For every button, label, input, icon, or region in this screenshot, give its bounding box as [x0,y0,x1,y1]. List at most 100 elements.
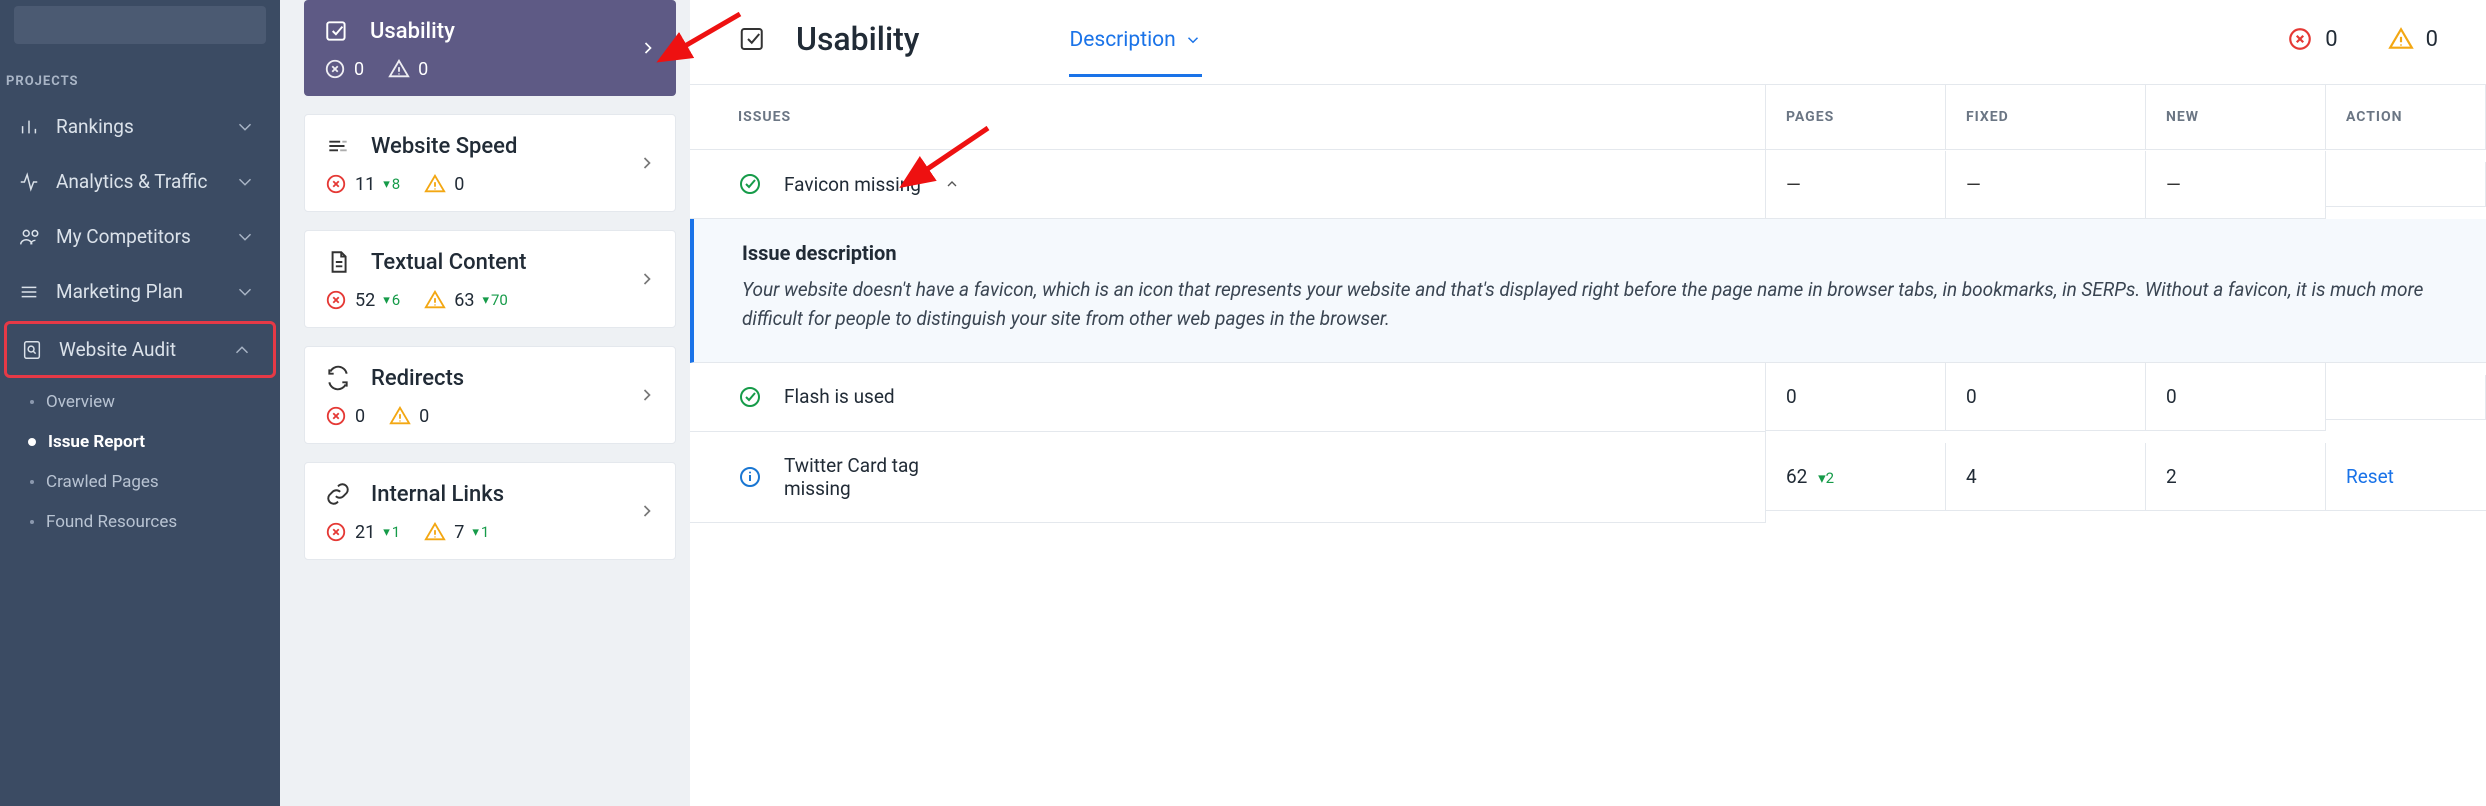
warning-count: 0 [419,406,429,427]
subitem-label: Found Resources [46,512,177,532]
card-usability[interactable]: Usability 0 0 [304,0,676,96]
sidebar-item-website-audit[interactable]: Website Audit [4,321,276,378]
error-icon [325,289,347,311]
link-icon [325,481,351,507]
search-input[interactable] [14,6,266,44]
col-pages: Pages [1766,85,1946,150]
cell-fixed: — [1946,151,2146,219]
subitem-label: Crawled Pages [46,472,159,492]
header-warning-count: 0 [2426,27,2438,52]
card-title: Redirects [371,366,464,391]
sidebar-sub-overview[interactable]: Overview [0,382,280,422]
warning-icon [2388,26,2414,52]
issue-name: Flash is used [784,385,895,408]
check-circle-icon [738,385,762,409]
cell-new: 0 [2146,363,2326,431]
cell-action [2326,375,2486,420]
chevron-right-icon [637,501,657,521]
error-icon [2287,26,2313,52]
issue-name: Favicon missing [784,173,921,196]
error-count: 21 [355,522,375,543]
card-title: Internal Links [371,482,504,507]
reset-link[interactable]: Reset [2346,465,2394,488]
issue-row[interactable]: Flash is used [690,363,1766,432]
card-internal-links[interactable]: Internal Links 21 1 7 1 [304,462,676,560]
cell-new: 2 [2146,443,2326,511]
desc-title: Issue description [742,241,2438,265]
error-count: 11 [355,174,375,195]
chevron-down-icon [234,226,256,248]
issue-description: Issue description Your website doesn't h… [690,219,2486,363]
sidebar-item-marketing-plan[interactable]: Marketing Plan [4,266,276,317]
warning-icon [424,173,446,195]
list-icon [18,281,40,303]
sidebar-item-label: Website Audit [59,338,176,361]
sidebar-item-label: Rankings [56,115,134,138]
issue-row[interactable]: Twitter Card tag missing [690,432,1766,523]
chevron-down-icon [234,281,256,303]
card-textual-content[interactable]: Textual Content 52 6 63 70 [304,230,676,328]
document-icon [325,249,351,275]
chevron-down-icon [234,171,256,193]
cell-pages: 0 [1766,363,1946,431]
chevron-right-icon [637,385,657,405]
subitem-label: Issue Report [48,432,145,452]
cell-pages: 62 ▾2 [1766,443,1946,511]
info-circle-icon [738,465,762,489]
subitem-label: Overview [46,392,115,412]
sidebar-item-competitors[interactable]: My Competitors [4,211,276,262]
sidebar-item-label: My Competitors [56,225,191,248]
error-icon [324,58,346,80]
card-title: Website Speed [371,134,517,159]
chevron-right-icon [637,153,657,173]
redirect-icon [325,365,351,391]
chevron-right-icon [638,38,658,58]
bar-chart-icon [18,116,40,138]
error-delta: 8 [383,175,400,193]
cell-fixed: 4 [1946,443,2146,511]
error-delta: 1 [383,523,400,541]
card-redirects[interactable]: Redirects 0 0 [304,346,676,444]
users-icon [18,226,40,248]
chevron-right-icon [637,269,657,289]
warning-icon [389,405,411,427]
issues-table: Issues Pages Fixed New Action Favicon mi… [690,85,2486,523]
warning-icon [424,289,446,311]
cell-fixed: 0 [1946,363,2146,431]
issue-name: Twitter Card tag missing [784,454,944,500]
cell-pages: — [1766,151,1946,219]
error-count: 52 [355,290,375,311]
sidebar-item-label: Marketing Plan [56,280,183,303]
chevron-down-icon [234,116,256,138]
sidebar-sub-issue-report[interactable]: Issue Report [0,422,280,462]
tab-label: Description [1069,28,1175,52]
activity-icon [18,171,40,193]
card-title: Usability [370,19,455,44]
error-count: 0 [355,406,365,427]
warning-count: 63 [454,290,474,311]
sidebar-sub-found-resources[interactable]: Found Resources [0,502,280,542]
bullet-icon [30,480,34,484]
sidebar-item-rankings[interactable]: Rankings [4,101,276,152]
sidebar-item-analytics[interactable]: Analytics & Traffic [4,156,276,207]
sidebar: PROJECTS Rankings Analytics & Traffic My… [0,0,280,806]
main-header: Usability Description 0 0 [690,0,2486,85]
sidebar-sub-crawled-pages[interactable]: Crawled Pages [0,462,280,502]
magnify-page-icon [21,339,43,361]
sidebar-section-title: PROJECTS [0,54,280,99]
bullet-icon [30,520,34,524]
error-delta: 6 [383,291,400,309]
checkbox-icon [738,24,768,54]
card-website-speed[interactable]: Website Speed 11 8 0 [304,114,676,212]
bullet-icon [28,438,36,446]
error-count: 0 [354,59,364,80]
warning-delta: 70 [482,291,507,309]
sidebar-subnav: Overview Issue Report Crawled Pages Foun… [0,380,280,546]
error-icon [325,405,347,427]
col-action: Action [2326,85,2486,150]
cell-action: Reset [2326,443,2486,511]
tab-description[interactable]: Description [1069,28,1201,77]
sidebar-item-label: Analytics & Traffic [56,170,208,193]
issue-row[interactable]: Favicon missing [690,150,1766,219]
issue-detail-panel: Usability Description 0 0 Issues Pages F… [690,0,2486,806]
